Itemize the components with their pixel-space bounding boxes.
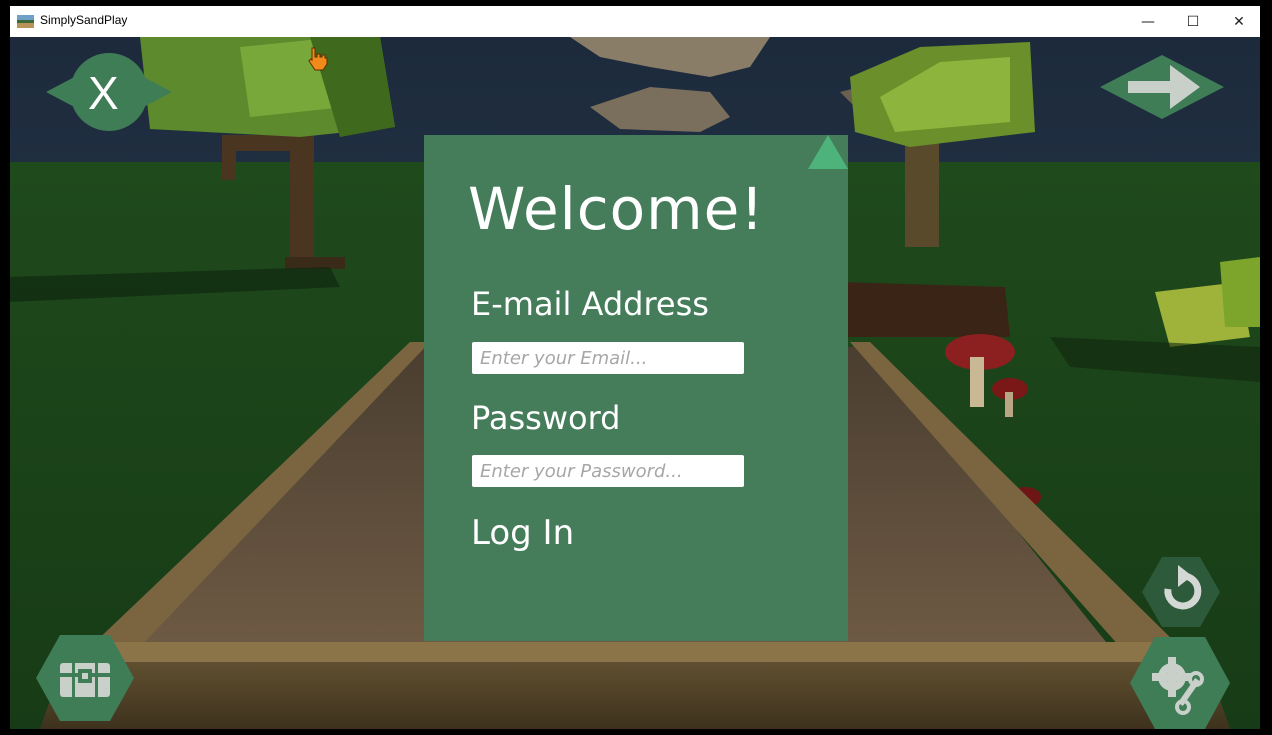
minimize-button[interactable]: —: [1125, 6, 1171, 37]
log-in-button[interactable]: Log In: [471, 513, 574, 553]
minimize-icon: —: [1141, 13, 1155, 30]
email-field[interactable]: [472, 342, 744, 374]
hand-pointer-icon: [308, 47, 328, 71]
window-title: SimplySandPlay: [40, 13, 128, 27]
maximize-icon: ☐: [1186, 13, 1200, 30]
arrow-right-icon: [1100, 55, 1224, 119]
email-label: E-mail Address: [471, 285, 709, 323]
app-window: SimplySandPlay — ☐ ✕ X Welcome! E-mail A…: [0, 0, 1272, 735]
close-icon: ✕: [1233, 13, 1245, 30]
close-window-button[interactable]: ✕: [1216, 6, 1262, 37]
next-button[interactable]: [1100, 55, 1224, 119]
exit-button[interactable]: X: [46, 52, 172, 132]
undo-icon: [1142, 557, 1220, 627]
password-field[interactable]: [472, 455, 744, 487]
password-label: Password: [471, 399, 621, 437]
settings-button[interactable]: [1130, 637, 1230, 729]
exit-label: X: [88, 67, 119, 119]
gear-wrench-icon: [1130, 637, 1230, 729]
login-panel: Welcome! E-mail Address Password Log In: [424, 135, 848, 641]
toybox-button[interactable]: [36, 635, 134, 721]
welcome-heading: Welcome!: [468, 175, 765, 243]
title-bar[interactable]: SimplySandPlay — ☐ ✕: [10, 6, 1260, 37]
app-icon: [17, 15, 34, 28]
game-viewport[interactable]: X Welcome! E-mail Address Enter your Ema…: [10, 37, 1260, 729]
panel-corner-tab[interactable]: [808, 135, 848, 169]
maximize-button[interactable]: ☐: [1170, 6, 1216, 37]
toy-chest-icon: [36, 635, 134, 721]
undo-button[interactable]: [1142, 557, 1220, 627]
